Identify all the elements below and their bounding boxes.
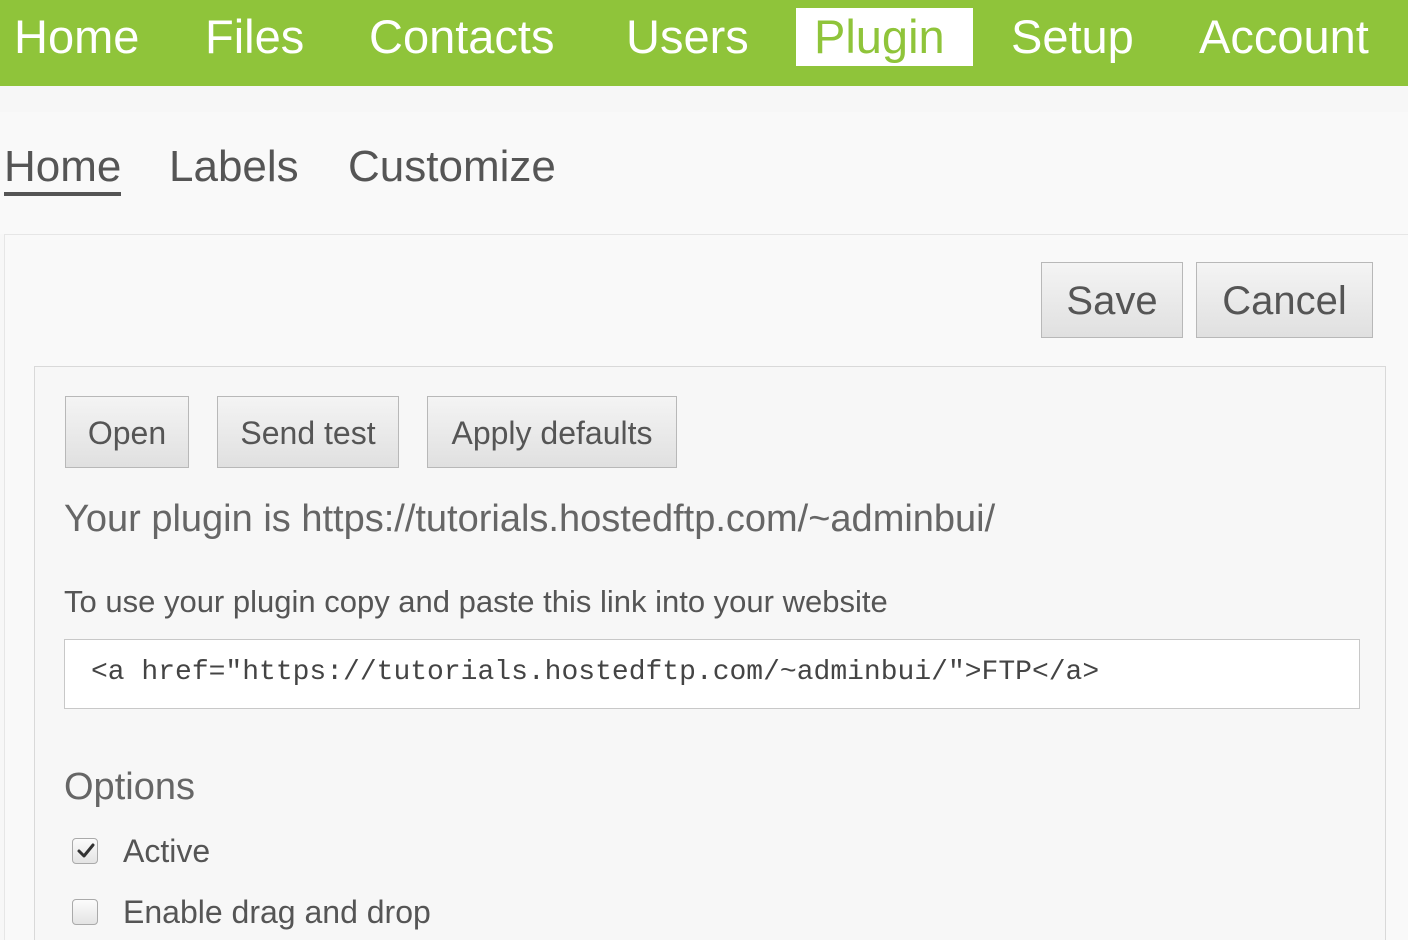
nav-home[interactable]: Home [14, 8, 139, 66]
nav-plugin[interactable]: Plugin [796, 8, 973, 66]
embed-instructions: To use your plugin copy and paste this l… [64, 584, 888, 619]
top-nav: Home Files Contacts Users Plugin Setup A… [0, 0, 1408, 86]
options-heading: Options [64, 766, 195, 808]
option-active[interactable]: Active [72, 832, 211, 869]
active-checkbox[interactable] [72, 838, 98, 864]
nav-contacts[interactable]: Contacts [369, 8, 554, 66]
embed-code-field[interactable]: <a href="https://tutorials.hostedftp.com… [64, 639, 1360, 709]
send-test-button[interactable]: Send test [217, 396, 399, 468]
subnav-customize[interactable]: Customize [348, 142, 556, 192]
drag-drop-label: Enable drag and drop [123, 893, 431, 930]
save-button[interactable]: Save [1041, 262, 1183, 338]
sub-nav: Home Labels Customize [0, 112, 1408, 234]
active-label: Active [123, 832, 211, 869]
nav-setup[interactable]: Setup [1011, 8, 1134, 66]
subnav-home[interactable]: Home [4, 142, 122, 196]
drag-drop-checkbox[interactable] [72, 899, 98, 925]
open-button[interactable]: Open [65, 396, 189, 468]
option-drag-drop[interactable]: Enable drag and drop [72, 893, 431, 930]
checkmark-icon [77, 843, 95, 858]
nav-users[interactable]: Users [626, 8, 749, 66]
cancel-button[interactable]: Cancel [1196, 262, 1373, 338]
apply-defaults-button[interactable]: Apply defaults [427, 396, 677, 468]
nav-account[interactable]: Account [1199, 8, 1369, 66]
nav-files[interactable]: Files [205, 8, 304, 66]
plugin-url-text: Your plugin is https://tutorials.hostedf… [64, 498, 996, 540]
subnav-labels[interactable]: Labels [169, 142, 299, 192]
